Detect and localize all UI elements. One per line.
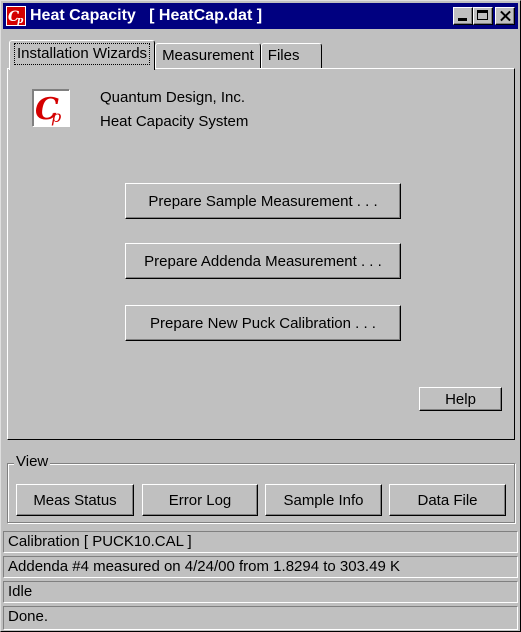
maximize-button[interactable] xyxy=(473,7,493,25)
window-controls xyxy=(453,7,515,25)
addenda-status: Addenda #4 measured on 4/24/00 from 1.82… xyxy=(3,556,518,578)
tab-measurement[interactable]: Measurement xyxy=(155,43,261,69)
company-name: Quantum Design, Inc. xyxy=(100,89,246,106)
prepare-sample-measurement-button[interactable]: Prepare Sample Measurement . . . xyxy=(125,183,401,219)
minimize-button[interactable] xyxy=(453,7,473,25)
cp-logo: C p xyxy=(32,89,70,127)
prepare-addenda-measurement-button[interactable]: Prepare Addenda Measurement . . . xyxy=(125,243,401,279)
tab-label: Installation Wizards xyxy=(14,43,151,65)
help-button[interactable]: Help xyxy=(419,387,502,411)
tab-label: Measurement xyxy=(162,47,254,64)
calibration-status: Calibration [ PUCK10.CAL ] xyxy=(3,531,518,553)
view-group-label: View xyxy=(14,453,51,470)
svg-text:p: p xyxy=(17,16,24,25)
message-status: Done. xyxy=(3,606,518,630)
tab-label: Files xyxy=(267,47,300,64)
system-name: Heat Capacity System xyxy=(100,113,249,130)
cp-app-icon[interactable]: C p xyxy=(6,6,26,26)
tab-strip: Installation Wizards Measurement Files xyxy=(9,39,323,70)
cp-logo-icon: C p xyxy=(35,92,61,126)
data-file-button[interactable]: Data File xyxy=(389,484,506,516)
title-bar[interactable]: C p Heat Capacity [ HeatCap.dat ] xyxy=(3,3,518,29)
window-title: Heat Capacity [ HeatCap.dat ] xyxy=(30,7,263,24)
tab-installation-wizards[interactable]: Installation Wizards xyxy=(9,40,156,70)
meas-status-button[interactable]: Meas Status xyxy=(16,484,134,516)
sample-info-button[interactable]: Sample Info xyxy=(265,484,382,516)
view-group: View Meas Status Error Log Sample Info D… xyxy=(7,453,515,523)
prepare-new-puck-calibration-button[interactable]: Prepare New Puck Calibration . . . xyxy=(125,305,401,341)
error-log-button[interactable]: Error Log xyxy=(142,484,258,516)
tab-files[interactable]: Files xyxy=(260,43,323,69)
svg-text:p: p xyxy=(51,107,61,126)
close-button[interactable] xyxy=(495,7,515,25)
heat-capacity-window: C p Heat Capacity [ HeatCap.dat ] Instal… xyxy=(0,0,521,632)
state-status: Idle xyxy=(3,581,518,603)
installation-wizards-panel: C p Quantum Design, Inc. Heat Capacity S… xyxy=(7,68,515,440)
cp-logo-glyph: C p xyxy=(7,7,25,26)
